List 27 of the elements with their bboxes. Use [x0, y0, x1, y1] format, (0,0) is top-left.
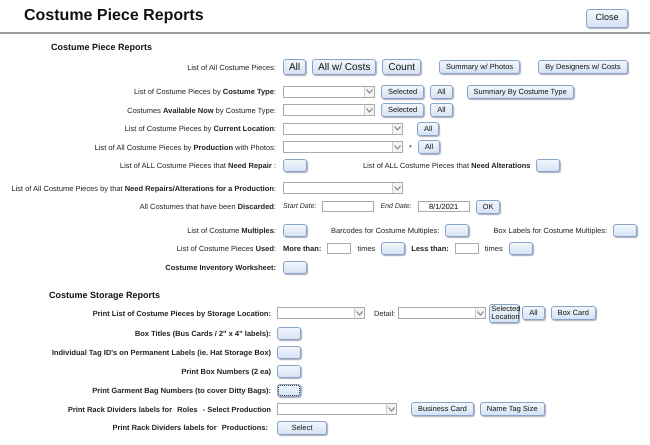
- section-title: Costume Storage Reports: [48, 288, 162, 302]
- close-button[interactable]: Close: [586, 8, 628, 28]
- chevron-down-icon: [354, 308, 364, 318]
- text-field[interactable]: [327, 243, 352, 254]
- report-button[interactable]: All w/ Costs: [312, 59, 376, 76]
- dropdown[interactable]: [283, 182, 403, 194]
- section-title: Costume Piece Reports: [50, 41, 154, 54]
- text-field[interactable]: [454, 243, 479, 254]
- chevron-down-icon: [364, 105, 374, 116]
- chevron-down-icon: [364, 86, 374, 97]
- dropdown[interactable]: [398, 307, 486, 319]
- text-field[interactable]: [322, 201, 374, 212]
- form-title: Costume Piece Reports: [24, 7, 204, 25]
- report-button[interactable]: All: [283, 59, 306, 76]
- dropdown[interactable]: [283, 141, 403, 154]
- dropdown[interactable]: [277, 403, 397, 416]
- chevron-down-icon: [392, 142, 402, 152]
- dropdown[interactable]: [283, 104, 375, 116]
- dropdown[interactable]: [277, 307, 365, 319]
- report-button[interactable]: Count: [382, 59, 422, 76]
- chevron-down-icon: [386, 404, 396, 414]
- chevron-down-icon: [392, 183, 402, 194]
- chevron-down-icon: [475, 308, 486, 318]
- dropdown[interactable]: [283, 86, 375, 98]
- dropdown[interactable]: [283, 122, 403, 135]
- chevron-down-icon: [392, 124, 402, 134]
- report-button[interactable]: [277, 384, 301, 397]
